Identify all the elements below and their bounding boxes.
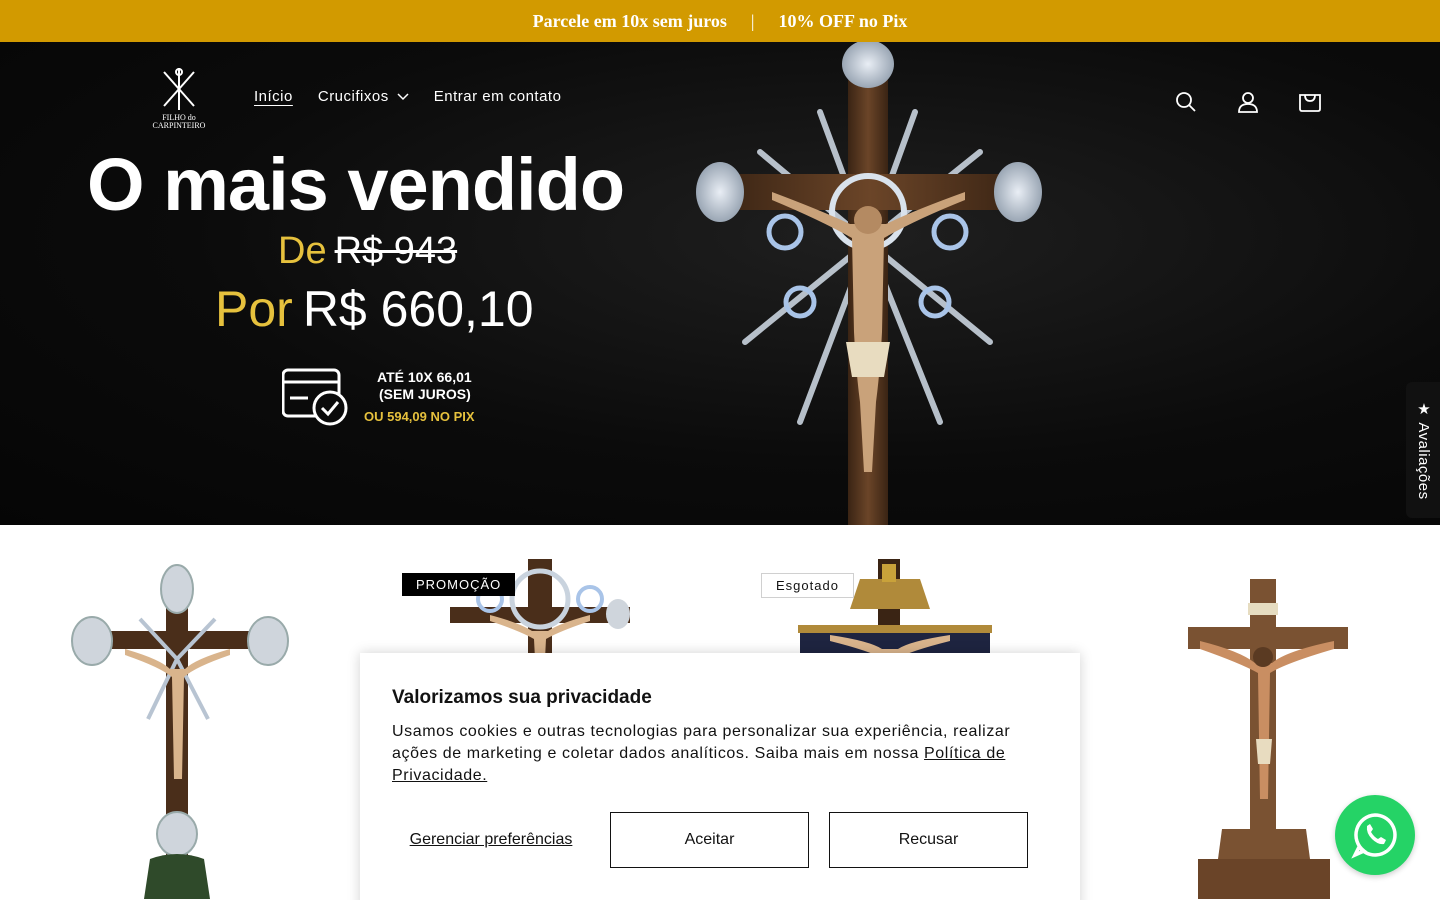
- hero-installments: ATÉ 10X 66,01 (SEM JUROS): [377, 369, 472, 403]
- product-card[interactable]: [30, 559, 360, 899]
- cookie-actions: Gerenciar preferências Aceitar Recusar: [392, 812, 1028, 868]
- hero-old-price: R$ 943: [334, 230, 458, 272]
- reject-button[interactable]: Recusar: [829, 812, 1028, 868]
- soldout-badge: Esgotado: [761, 573, 854, 598]
- cart-icon[interactable]: [1290, 82, 1330, 122]
- nav-inicio-label: Início: [254, 88, 293, 105]
- nav-inicio[interactable]: Início: [254, 88, 293, 105]
- announcement-separator: |: [750, 10, 755, 31]
- hero-old-price-line: De R$ 943: [278, 230, 457, 273]
- cookie-consent-banner: Valorizamos sua privacidade Usamos cooki…: [360, 653, 1080, 900]
- announcement-bar: Parcele em 10x sem juros | 10% OFF no Pi…: [0, 0, 1440, 42]
- hero-new-price: R$ 660,10: [302, 281, 534, 337]
- reviews-tab-label: ★ Avaliações: [1415, 400, 1432, 500]
- nav-crucifixos[interactable]: Crucifixos: [318, 88, 409, 105]
- nav-contato-label: Entrar em contato: [433, 88, 562, 105]
- hero-por-label: Por: [215, 281, 293, 337]
- whatsapp-icon: [1351, 813, 1397, 859]
- svg-text:CARPINTEIRO: CARPINTEIRO: [153, 121, 206, 130]
- header-icons: [1166, 82, 1330, 122]
- hero-installments-line2: (SEM JUROS): [379, 386, 471, 402]
- hero-new-price-line: Por R$ 660,10: [215, 280, 534, 338]
- account-icon[interactable]: [1228, 82, 1268, 122]
- brand-logo[interactable]: FILHO do CARPINTEIRO: [150, 66, 208, 130]
- hero-pix-price: OU 594,09 NO PIX: [364, 409, 475, 424]
- nav-contato[interactable]: Entrar em contato: [434, 88, 562, 105]
- accept-button[interactable]: Aceitar: [610, 812, 809, 868]
- reviews-tab[interactable]: ★ Avaliações: [1406, 382, 1440, 518]
- hero-title: O mais vendido: [87, 143, 625, 226]
- hero-installments-line1: ATÉ 10X 66,01: [377, 369, 472, 385]
- manage-preferences-button[interactable]: Gerenciar preferências: [392, 830, 590, 850]
- site-header: FILHO do CARPINTEIRO Início Crucifixos E…: [0, 42, 1440, 154]
- cookie-title: Valorizamos sua privacidade: [392, 687, 652, 708]
- hero-from-label: De: [278, 230, 327, 272]
- credit-card-check-icon: [282, 368, 348, 426]
- announcement-installments: Parcele em 10x sem juros: [532, 10, 727, 31]
- product-image: [71, 564, 289, 899]
- announcement-pix-discount: 10% OFF no Pix: [778, 10, 908, 31]
- nav-crucifixos-label: Crucifixos: [317, 88, 389, 105]
- cookie-body-text: Usamos cookies e outras tecnologias para…: [392, 723, 1011, 762]
- cookie-body: Usamos cookies e outras tecnologias para…: [392, 721, 1048, 787]
- main-nav: Início Crucifixos Entrar em contato: [254, 88, 561, 105]
- chevron-down-icon: [397, 92, 409, 100]
- whatsapp-button[interactable]: [1335, 795, 1415, 875]
- promo-badge: PROMOÇÃO: [402, 573, 516, 596]
- search-icon[interactable]: [1166, 82, 1206, 122]
